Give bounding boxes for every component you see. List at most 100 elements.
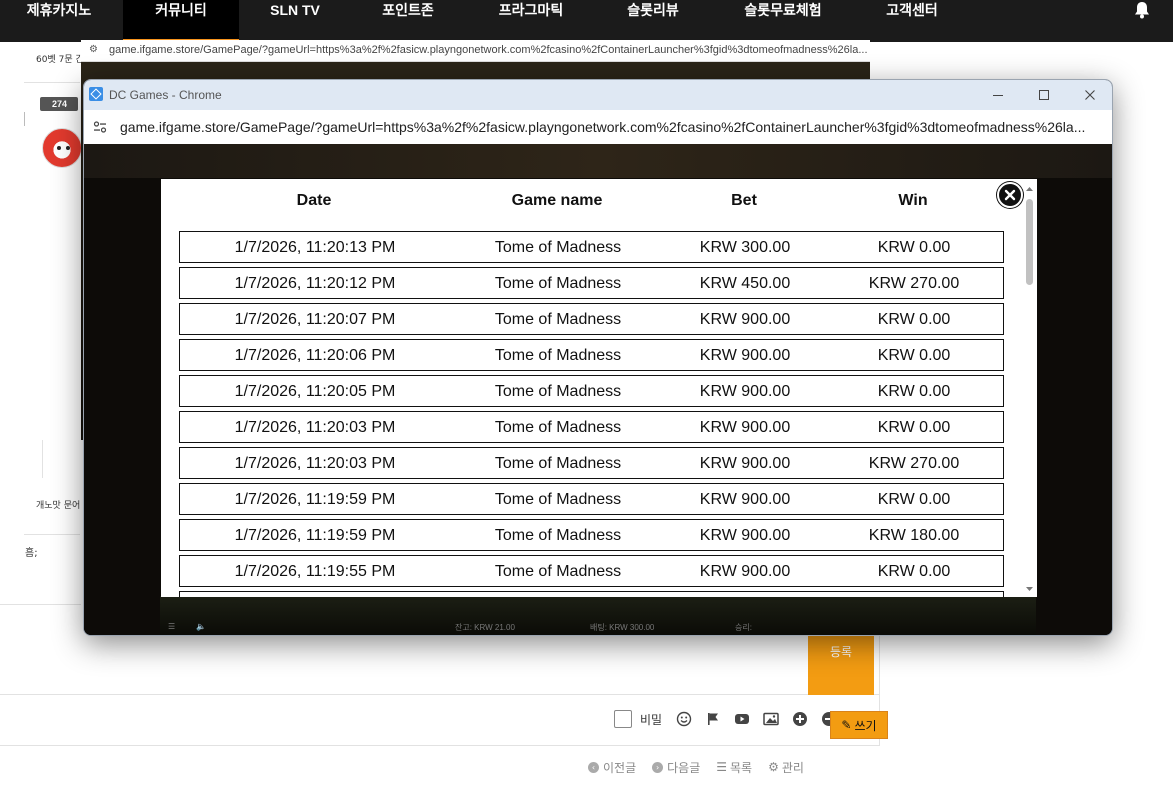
close-window-button[interactable] — [1075, 84, 1105, 106]
cell-date: 1/7/2026, 11:19:59 PM — [234, 491, 396, 508]
nav-item-customer-center[interactable]: 고객센터 — [866, 0, 958, 42]
cell-date: 1/7/2026, 11:20:13 PM — [234, 239, 396, 256]
cell-date: 1/7/2026, 11:20:07 PM — [234, 311, 396, 328]
pencil-icon: ✎ — [841, 718, 852, 732]
game-control-bar: ☰ 🔈 잔고: KRW 21.00 배팅: KRW 300.00 승리: — [160, 596, 1036, 635]
next-post-link[interactable]: › 다음글 — [652, 759, 700, 776]
back-url-text: game.ifgame.store/GamePage/?gameUrl=http… — [109, 44, 868, 56]
site-settings-icon[interactable] — [93, 120, 107, 134]
site-nav: 제휴카지노 커뮤니티 SLN TV 포인트존 프라그마틱 슬롯리뷰 슬롯무료체험… — [0, 0, 1173, 42]
cell-game: Tome of Madness — [494, 491, 622, 508]
flag-icon[interactable] — [705, 711, 721, 727]
post-snippet[interactable]: 60벳 7문 간 — [36, 52, 84, 65]
nav-item-label: 포인트존 — [382, 2, 434, 18]
chevron-left-icon: ‹ — [588, 761, 599, 773]
nav-item-slot-free-trial[interactable]: 슬롯무료체험 — [727, 0, 839, 42]
bell-icon[interactable] — [1132, 0, 1152, 20]
list-link[interactable]: ☰ 목록 — [716, 759, 752, 776]
address-bar[interactable]: game.ifgame.store/GamePage/?gameUrl=http… — [84, 110, 1112, 144]
cell-win: KRW 270.00 — [868, 275, 960, 292]
emoji-icon[interactable] — [676, 711, 692, 727]
cell-game: Tome of Madness — [494, 455, 622, 472]
level-badge: 274 — [40, 97, 78, 111]
write-label: 쓰기 — [854, 718, 877, 733]
minimize-icon — [993, 95, 1003, 96]
cell-game: Tome of Madness — [494, 419, 622, 436]
manage-link[interactable]: ⚙ 관리 — [768, 759, 804, 776]
url-text: game.ifgame.store/GamePage/?gameUrl=http… — [120, 119, 1086, 135]
cell-game: Tome of Madness — [494, 275, 622, 292]
bet-readout: 배팅: KRW 300.00 — [590, 623, 655, 632]
nav-item-label: 고객센터 — [886, 2, 938, 18]
cell-win: KRW 180.00 — [868, 527, 960, 544]
image-icon[interactable] — [763, 711, 779, 727]
write-button[interactable]: ✎ 쓰기 — [830, 711, 888, 739]
cell-bet: KRW 900.00 — [699, 527, 791, 544]
cell-game: Tome of Madness — [494, 527, 622, 544]
column-header-bet: Bet — [731, 192, 757, 209]
cell-date: 1/7/2026, 11:20:12 PM — [234, 275, 396, 292]
sound-icon[interactable]: 🔈 — [196, 622, 206, 631]
cell-bet: KRW 900.00 — [699, 347, 791, 364]
divider — [24, 82, 80, 83]
browser-window: DC Games - Chrome game.ifgame.store/Game… — [83, 79, 1113, 636]
close-icon — [1085, 90, 1095, 100]
prev-post-link[interactable]: ‹ 이전글 — [588, 759, 636, 776]
nav-item-label: 슬롯리뷰 — [627, 2, 679, 18]
table-row: 1/7/2026, 11:20:03 PM Tome of Madness KRW … — [179, 447, 1004, 479]
nav-item-community[interactable]: 커뮤니티 — [123, 0, 239, 42]
table-row: 1/7/2026, 11:20:12 PM Tome of Madness KRW … — [179, 267, 1004, 299]
scroll-down-icon — [1026, 587, 1033, 591]
post-snippet[interactable]: 개노맛 문어 — [36, 498, 80, 511]
nav-item-pragmatic[interactable]: 프라그마틱 — [480, 0, 582, 42]
cell-bet: KRW 900.00 — [699, 311, 791, 328]
comment-box-border — [0, 694, 880, 695]
site-settings-icon[interactable]: ⚙ — [89, 44, 98, 55]
scroll-up-icon — [1026, 187, 1033, 191]
cell-bet: KRW 900.00 — [699, 491, 791, 508]
nav-item-affiliate-casino[interactable]: 제휴카지노 — [0, 0, 118, 42]
close-modal-button[interactable] — [997, 182, 1023, 208]
minimize-button[interactable] — [983, 84, 1013, 106]
plus-circle-icon[interactable] — [792, 711, 808, 727]
youtube-icon[interactable] — [734, 711, 750, 727]
back-address-bar[interactable]: ⚙ game.ifgame.store/GamePage/?gameUrl=ht… — [81, 40, 870, 62]
table-row: 1/7/2026, 11:20:07 PM Tome of Madness KRW … — [179, 303, 1004, 335]
table-row: 1/7/2026, 11:20:03 PM Tome of Madness KRW … — [179, 411, 1004, 443]
scrollbar-thumb[interactable] — [1026, 199, 1033, 285]
divider — [0, 604, 81, 605]
cell-win: KRW 0.00 — [877, 419, 951, 436]
cell-game: Tome of Madness — [494, 239, 622, 256]
table-row-partial — [179, 591, 1004, 597]
divider — [24, 112, 25, 126]
column-header-win: Win — [898, 192, 928, 209]
cell-win: KRW 270.00 — [868, 455, 960, 472]
dc-games-favicon-icon — [89, 87, 103, 101]
nav-item-point-zone[interactable]: 포인트존 — [362, 0, 454, 42]
nav-item-label: 제휴카지노 — [26, 2, 92, 18]
modal-scrollbar[interactable] — [1025, 185, 1034, 595]
table-row: 1/7/2026, 11:19:55 PM Tome of Madness KRW … — [179, 555, 1004, 587]
cell-date: 1/7/2026, 11:20:03 PM — [234, 455, 396, 472]
cell-bet: KRW 300.00 — [699, 239, 791, 256]
comment-box-border — [0, 745, 880, 746]
maximize-button[interactable] — [1029, 84, 1059, 106]
secret-checkbox[interactable] — [614, 710, 632, 728]
next-post-label: 다음글 — [667, 760, 701, 775]
gear-icon: ⚙ — [768, 760, 779, 774]
divider — [24, 534, 80, 535]
cell-win: KRW 0.00 — [877, 491, 951, 508]
nav-item-label: 프라그마틱 — [498, 2, 564, 18]
list-label: 목록 — [730, 760, 753, 775]
column-header-game-name: Game name — [511, 192, 603, 209]
table-row: 1/7/2026, 11:20:06 PM Tome of Madness KRW … — [179, 339, 1004, 371]
nav-item-slot-review[interactable]: 슬롯리뷰 — [604, 0, 702, 42]
game-content: ☰ 🔈 잔고: KRW 21.00 배팅: KRW 300.00 승리: Dat… — [84, 144, 1112, 635]
menu-icon[interactable]: ☰ — [168, 622, 175, 631]
secret-label: 비밀 — [640, 712, 663, 727]
table-row: 1/7/2026, 11:19:59 PM Tome of Madness KRW … — [179, 483, 1004, 515]
nav-item-sln-tv[interactable]: SLN TV — [248, 0, 342, 42]
cell-bet: KRW 900.00 — [699, 455, 791, 472]
comment-text: 흠; — [25, 548, 38, 559]
divider — [42, 440, 43, 478]
